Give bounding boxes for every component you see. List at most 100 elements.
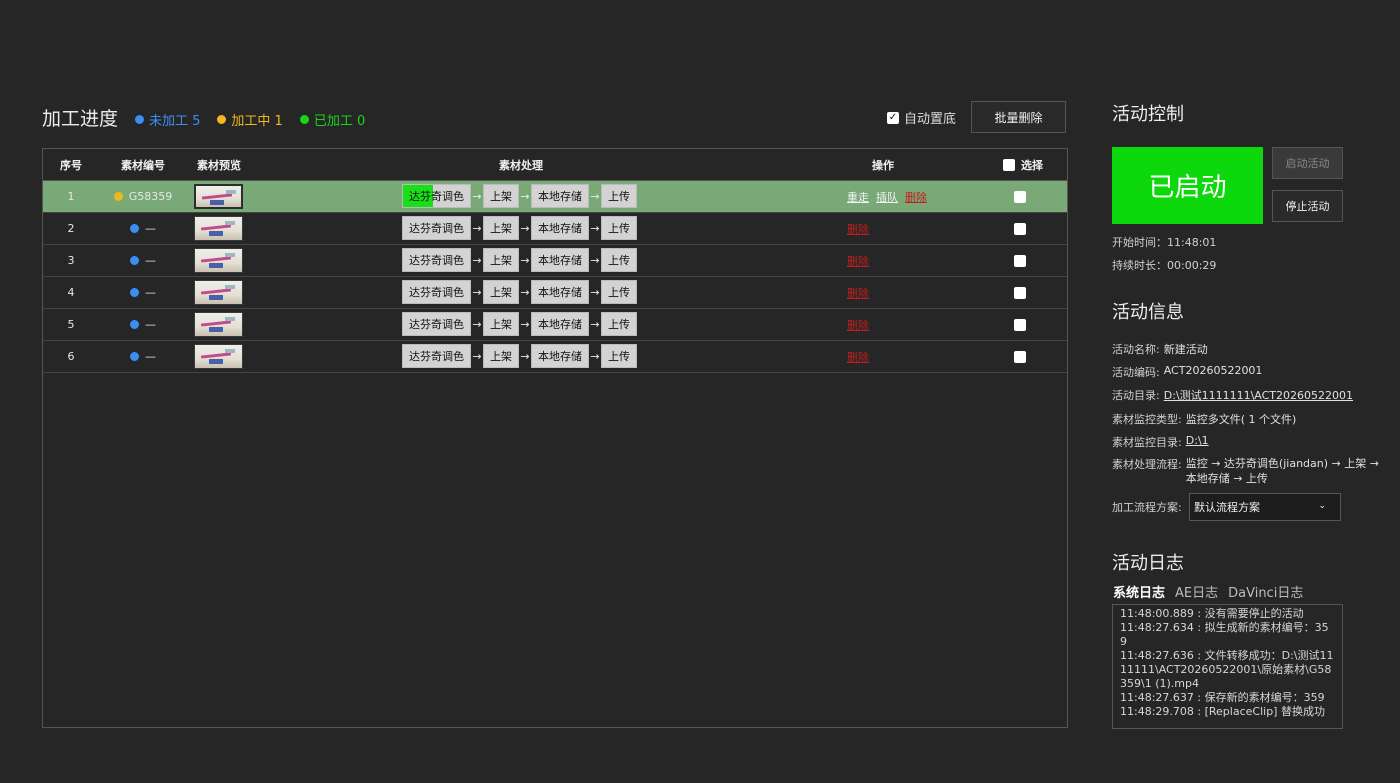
row-code-value: — xyxy=(145,254,156,267)
tab-system-log[interactable]: 系统日志 xyxy=(1113,582,1165,601)
table-header: 序号 素材编号 素材预览 素材处理 操作 选择 xyxy=(43,149,1067,181)
table-row[interactable]: 5 — 达芬奇调色 → 上架 → 本地存储 → 上传 删除 xyxy=(43,309,1067,341)
delete-link[interactable]: 删除 xyxy=(847,285,869,301)
tab-ae-log[interactable]: AE日志 xyxy=(1175,582,1218,601)
step-label: 上架 xyxy=(490,318,512,331)
material-thumbnail[interactable] xyxy=(194,312,243,337)
davinci-grade-step[interactable]: 达芬奇调色 xyxy=(402,184,471,208)
delete-link[interactable]: 删除 xyxy=(905,189,927,205)
arrow-right-icon: → xyxy=(590,253,600,267)
step-label: 上传 xyxy=(608,254,630,267)
info-monitor-type: 素材监控类型: 监控多文件( 1 个文件) xyxy=(1112,411,1296,427)
log-line: 11:48:29.708 : [ReplaceClip] 替换成功 xyxy=(1120,705,1325,718)
step-label: 上传 xyxy=(608,318,630,331)
process-pipeline: 达芬奇调色 → 上架 → 本地存储 → 上传 xyxy=(402,248,637,272)
step-label: 达芬奇调色 xyxy=(409,190,464,203)
step-label: 本地存储 xyxy=(538,318,582,331)
queue-jump-link[interactable]: 插队 xyxy=(876,189,898,205)
retry-link[interactable]: 重走 xyxy=(847,189,869,205)
upload-step[interactable]: 上传 xyxy=(601,184,637,208)
local-storage-step[interactable]: 本地存储 xyxy=(531,312,589,336)
step-label: 达芬奇调色 xyxy=(409,286,464,299)
shelve-step[interactable]: 上架 xyxy=(483,280,519,304)
table-row[interactable]: 1 G58359 达芬奇调色 → 上架 → 本地存储 → 上传 重走 插队 删除 xyxy=(43,181,1067,213)
material-thumbnail[interactable] xyxy=(194,344,243,369)
control-title: 活动控制 xyxy=(1112,104,1184,125)
status-legend: 未加工 5 加工中 1 已加工 0 xyxy=(135,110,382,129)
material-thumbnail[interactable] xyxy=(194,216,243,241)
davinci-grade-step[interactable]: 达芬奇调色 xyxy=(402,248,471,272)
stop-activity-button[interactable]: 停止活动 xyxy=(1272,190,1343,222)
start-activity-button[interactable]: 启动活动 xyxy=(1272,147,1343,179)
local-storage-step[interactable]: 本地存储 xyxy=(531,344,589,368)
upload-step[interactable]: 上传 xyxy=(601,216,637,240)
arrow-right-icon: → xyxy=(472,189,482,203)
step-label: 上传 xyxy=(608,190,630,203)
upload-step[interactable]: 上传 xyxy=(601,344,637,368)
row-checkbox[interactable] xyxy=(1014,350,1026,363)
select-all-checkbox[interactable] xyxy=(1003,158,1015,171)
step-label: 上架 xyxy=(490,254,512,267)
local-storage-step[interactable]: 本地存储 xyxy=(531,184,589,208)
row-checkbox[interactable] xyxy=(1014,286,1026,299)
local-storage-step[interactable]: 本地存储 xyxy=(531,216,589,240)
process-pipeline: 达芬奇调色 → 上架 → 本地存储 → 上传 xyxy=(402,216,637,240)
row-code-value: — xyxy=(145,222,156,235)
shelve-step[interactable]: 上架 xyxy=(483,184,519,208)
log-box[interactable]: 11:48:00.889 : 没有需要停止的活动 11:48:27.634 : … xyxy=(1112,604,1343,729)
shelve-step[interactable]: 上架 xyxy=(483,312,519,336)
flow-scheme-select[interactable]: 默认流程方案 ⌄ xyxy=(1189,493,1341,521)
table-row[interactable]: 2 — 达芬奇调色 → 上架 → 本地存储 → 上传 删除 xyxy=(43,213,1067,245)
info-flow-key: 素材处理流程: xyxy=(1112,458,1182,471)
legend-unprocessed-label: 未加工 5 xyxy=(149,114,201,129)
header-select-label: 选择 xyxy=(1021,158,1043,172)
table-row[interactable]: 4 — 达芬奇调色 → 上架 → 本地存储 → 上传 删除 xyxy=(43,277,1067,309)
delete-link[interactable]: 删除 xyxy=(847,317,869,333)
material-thumbnail[interactable] xyxy=(194,184,243,209)
step-label: 达芬奇调色 xyxy=(409,350,464,363)
davinci-grade-step[interactable]: 达芬奇调色 xyxy=(402,312,471,336)
step-label: 上架 xyxy=(490,350,512,363)
shelve-step[interactable]: 上架 xyxy=(483,344,519,368)
upload-step[interactable]: 上传 xyxy=(601,312,637,336)
row-checkbox[interactable] xyxy=(1014,318,1026,331)
row-select xyxy=(983,277,1063,308)
delete-link[interactable]: 删除 xyxy=(847,349,869,365)
delete-link[interactable]: 删除 xyxy=(847,253,869,269)
delete-link[interactable]: 删除 xyxy=(847,221,869,237)
local-storage-step[interactable]: 本地存储 xyxy=(531,280,589,304)
auto-bottom-checkbox[interactable]: ✓ xyxy=(887,111,899,124)
upload-step[interactable]: 上传 xyxy=(601,248,637,272)
row-checkbox[interactable] xyxy=(1014,254,1026,267)
auto-bottom-toggle[interactable]: ✓ 自动置底 xyxy=(887,108,956,127)
table-row[interactable]: 3 — 达芬奇调色 → 上架 → 本地存储 → 上传 删除 xyxy=(43,245,1067,277)
arrow-right-icon: → xyxy=(472,285,482,299)
local-storage-step[interactable]: 本地存储 xyxy=(531,248,589,272)
info-name-value: 新建活动 xyxy=(1163,343,1208,356)
info-monitor-dir: 素材监控目录: D:\1 xyxy=(1112,434,1209,450)
log-tabs: 系统日志 AE日志 DaVinci日志 xyxy=(1113,582,1313,601)
material-thumbnail[interactable] xyxy=(194,248,243,273)
upload-step[interactable]: 上传 xyxy=(601,280,637,304)
material-thumbnail[interactable] xyxy=(194,280,243,305)
davinci-grade-step[interactable]: 达芬奇调色 xyxy=(402,344,471,368)
davinci-grade-step[interactable]: 达芬奇调色 xyxy=(402,216,471,240)
log-line: 11:48:00.889 : 没有需要停止的活动 xyxy=(1120,607,1304,620)
info-dir-link[interactable]: D:\测试1111111\ACT20260522001 xyxy=(1164,387,1353,403)
shelve-step[interactable]: 上架 xyxy=(483,248,519,272)
progress-table: 序号 素材编号 素材预览 素材处理 操作 选择 1 G58359 达芬奇调色 → 上架 →… xyxy=(42,148,1068,728)
batch-delete-button[interactable]: 批量删除 xyxy=(971,101,1066,133)
tab-davinci-log[interactable]: DaVinci日志 xyxy=(1228,582,1303,601)
info-monitor-dir-link[interactable]: D:\1 xyxy=(1186,434,1209,450)
process-pipeline: 达芬奇调色 → 上架 → 本地存储 → 上传 xyxy=(402,312,637,336)
shelve-step[interactable]: 上架 xyxy=(483,216,519,240)
step-label: 达芬奇调色 xyxy=(409,318,464,331)
davinci-grade-step[interactable]: 达芬奇调色 xyxy=(402,280,471,304)
table-row[interactable]: 6 — 达芬奇调色 → 上架 → 本地存储 → 上传 删除 xyxy=(43,341,1067,373)
arrow-right-icon: → xyxy=(520,221,530,235)
row-checkbox[interactable] xyxy=(1014,222,1026,235)
arrow-right-icon: → xyxy=(590,221,600,235)
info-monitor-dir-key: 素材监控目录: xyxy=(1112,436,1182,449)
step-label: 上架 xyxy=(490,190,512,203)
row-checkbox[interactable] xyxy=(1014,190,1026,203)
